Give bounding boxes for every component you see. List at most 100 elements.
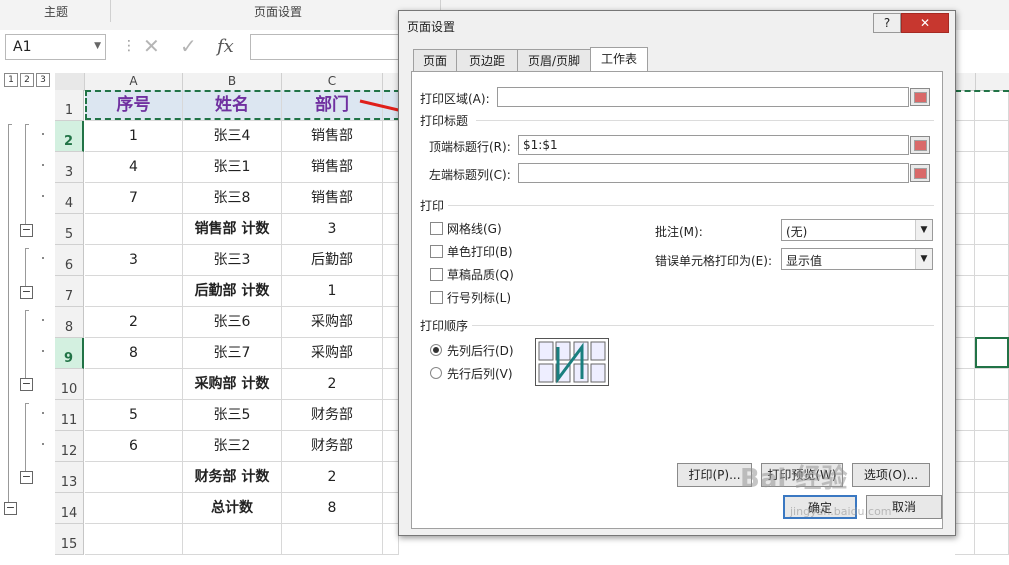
ribbon-group-theme[interactable]: 主题: [44, 3, 68, 20]
tab-header-footer[interactable]: 页眉/页脚: [517, 49, 591, 72]
grid-cell[interactable]: 采购部: [282, 338, 383, 369]
grid-cell[interactable]: 张三1: [183, 152, 282, 183]
help-icon[interactable]: ?: [873, 13, 901, 33]
name-box[interactable]: A1 ▼: [5, 34, 106, 60]
outline-level-1-button[interactable]: 1: [4, 73, 18, 87]
grid-cell[interactable]: [85, 462, 183, 493]
over-then-down-radio[interactable]: [430, 367, 442, 379]
grid-cell[interactable]: [955, 493, 975, 524]
grid-cell[interactable]: [955, 152, 975, 183]
outline-level-2-button[interactable]: 2: [20, 73, 34, 87]
cancel-icon[interactable]: ✕: [143, 34, 160, 58]
gridlines-checkbox[interactable]: [430, 222, 443, 235]
grid-cell[interactable]: 4: [85, 152, 183, 183]
grid-cell[interactable]: [383, 183, 399, 214]
grid-cell[interactable]: [975, 307, 1009, 338]
column-header-a[interactable]: A: [85, 73, 183, 91]
grid-cell[interactable]: [955, 369, 975, 400]
grid-cell[interactable]: 张三7: [183, 338, 282, 369]
grid-cell[interactable]: 5: [85, 400, 183, 431]
grid-cell[interactable]: 张三5: [183, 400, 282, 431]
grid-cell[interactable]: 6: [85, 431, 183, 462]
grid-cell[interactable]: [955, 276, 975, 307]
row-col-headings-checkbox[interactable]: [430, 291, 443, 304]
grid-cell[interactable]: [282, 524, 383, 555]
grid-cell[interactable]: 7: [85, 183, 183, 214]
comments-select[interactable]: (无) ▼: [781, 219, 933, 241]
column-header-c[interactable]: C: [282, 73, 383, 91]
collapse-dialog-icon[interactable]: [910, 88, 930, 106]
grid-cell[interactable]: 财务部: [282, 400, 383, 431]
row-header[interactable]: 6: [55, 245, 84, 276]
grid-cell[interactable]: [955, 431, 975, 462]
tab-sheet[interactable]: 工作表: [590, 47, 648, 73]
black-white-checkbox[interactable]: [430, 245, 443, 258]
collapse-button[interactable]: −: [4, 502, 17, 515]
row-header[interactable]: 9: [55, 338, 84, 369]
grid-cell[interactable]: [383, 214, 399, 245]
enter-icon[interactable]: ✓: [180, 34, 197, 58]
grid-cell[interactable]: [85, 214, 183, 245]
grid-cell[interactable]: [85, 276, 183, 307]
tab-page[interactable]: 页面: [413, 49, 457, 72]
grid-cell[interactable]: 总计数: [183, 493, 282, 524]
grid-cell[interactable]: [383, 493, 399, 524]
collapse-dialog-icon[interactable]: [910, 164, 930, 182]
grid-cell[interactable]: [383, 307, 399, 338]
grid-cell[interactable]: 采购部 计数: [183, 369, 282, 400]
row-header[interactable]: 15: [55, 524, 84, 555]
row-header[interactable]: 5: [55, 214, 84, 245]
grid-cell[interactable]: [183, 524, 282, 555]
grid-cell[interactable]: [383, 276, 399, 307]
options-button[interactable]: 选项(O)...: [852, 463, 930, 487]
row-header[interactable]: 4: [55, 183, 84, 214]
ribbon-group-page-setup[interactable]: 页面设置: [254, 3, 302, 20]
grid-cell[interactable]: [383, 369, 399, 400]
cell-errors-select[interactable]: 显示值 ▼: [781, 248, 933, 270]
grid-cell[interactable]: 销售部: [282, 152, 383, 183]
column-header-b[interactable]: B: [183, 73, 282, 91]
select-all-corner[interactable]: [55, 73, 85, 91]
grid-cell[interactable]: [383, 152, 399, 183]
left-cols-input[interactable]: [518, 163, 909, 183]
row-header[interactable]: 3: [55, 152, 84, 183]
insert-function-icon[interactable]: fx: [217, 36, 234, 57]
column-header-k[interactable]: [976, 73, 1009, 91]
collapse-button[interactable]: −: [20, 224, 33, 237]
grid-cell[interactable]: [955, 121, 975, 152]
down-then-over-radio[interactable]: [430, 344, 442, 356]
grid-cell[interactable]: [383, 400, 399, 431]
chevron-down-icon[interactable]: ▼: [915, 220, 932, 240]
grid-cell[interactable]: [383, 431, 399, 462]
grid-cell[interactable]: [975, 524, 1009, 555]
grid-cell[interactable]: 8: [282, 493, 383, 524]
outline-level-3-button[interactable]: 3: [36, 73, 50, 87]
grid-cell[interactable]: [975, 183, 1009, 214]
grid-cell[interactable]: [975, 369, 1009, 400]
grid-cell[interactable]: [85, 369, 183, 400]
row-header[interactable]: 13: [55, 462, 84, 493]
grid-cell[interactable]: [975, 400, 1009, 431]
grid-cell[interactable]: [975, 462, 1009, 493]
grid-cell[interactable]: [975, 152, 1009, 183]
grid-cell[interactable]: 2: [85, 307, 183, 338]
grid-cell[interactable]: [975, 245, 1009, 276]
grid-cell[interactable]: [955, 524, 975, 555]
grid-cell[interactable]: 3: [282, 214, 383, 245]
grid-cell[interactable]: [955, 307, 975, 338]
row-header[interactable]: 12: [55, 431, 84, 462]
row-header[interactable]: 10: [55, 369, 84, 400]
row-header[interactable]: 7: [55, 276, 84, 307]
grid-cell[interactable]: [955, 90, 975, 121]
grid-cell[interactable]: [955, 183, 975, 214]
column-header-j[interactable]: [955, 73, 976, 91]
grid-cell[interactable]: 张三3: [183, 245, 282, 276]
row-header[interactable]: 11: [55, 400, 84, 431]
grid-cell[interactable]: 3: [85, 245, 183, 276]
grid-cell[interactable]: 2: [282, 462, 383, 493]
grid-cell[interactable]: 张三8: [183, 183, 282, 214]
grid-cell[interactable]: 张三4: [183, 121, 282, 152]
grid-cell[interactable]: 后勤部: [282, 245, 383, 276]
grid-cell[interactable]: [955, 338, 975, 369]
top-rows-input[interactable]: $1:$1: [518, 135, 909, 155]
